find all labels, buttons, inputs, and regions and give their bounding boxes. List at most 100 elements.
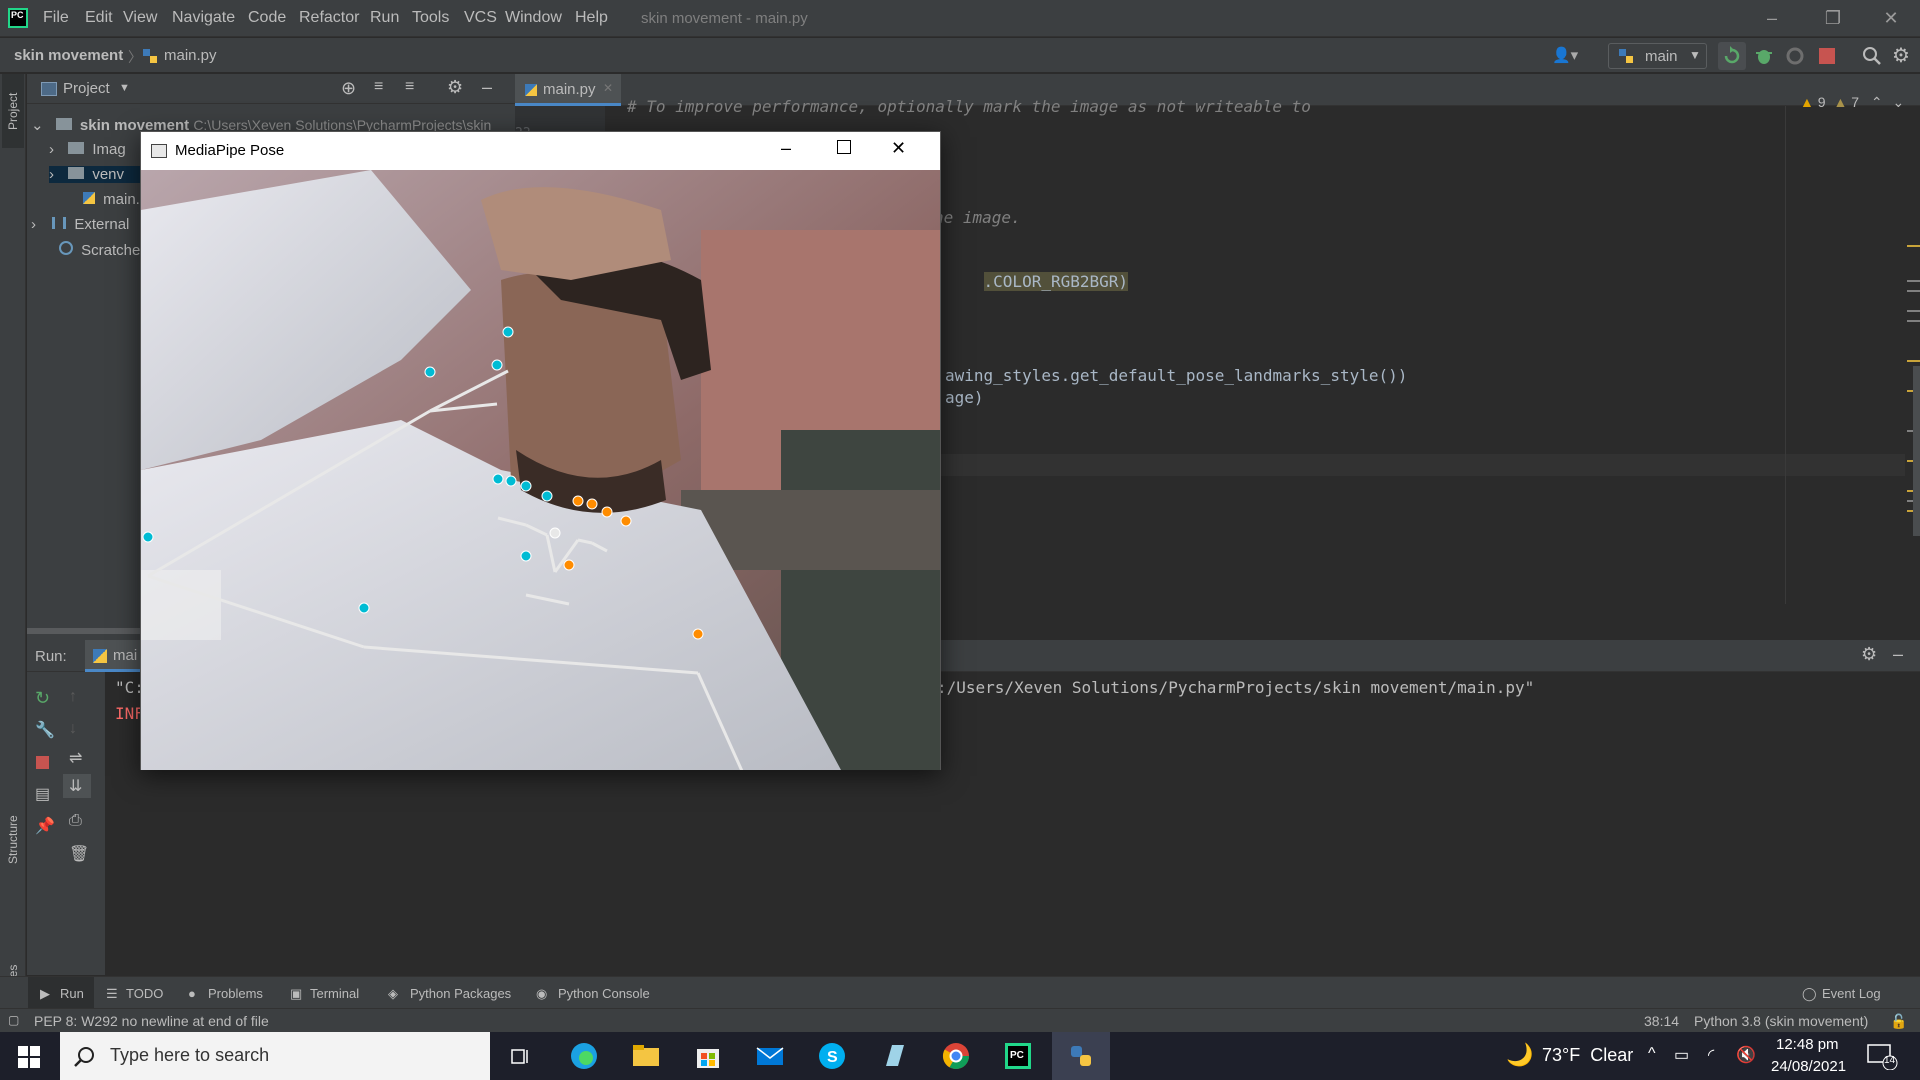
- python-taskbar-button[interactable]: [1052, 1032, 1110, 1080]
- menu-navigate[interactable]: Navigate: [172, 9, 235, 27]
- chevron-down-icon[interactable]: ⌄: [1893, 94, 1905, 110]
- lock-icon[interactable]: 🔓: [1890, 1013, 1907, 1030]
- tool-tab-python-packages[interactable]: ◈ Python Packages: [388, 977, 518, 1009]
- settings-gear-icon[interactable]: ⚙: [1892, 44, 1916, 68]
- user-icon[interactable]: 👤▾: [1552, 46, 1586, 66]
- edge-icon[interactable]: [568, 1040, 600, 1072]
- menu-window[interactable]: Window: [505, 9, 562, 27]
- menu-refactor[interactable]: Refactor: [299, 9, 359, 27]
- horizontal-scrollbar[interactable]: [27, 628, 150, 634]
- clock-date[interactable]: 24/08/2021: [1771, 1058, 1846, 1075]
- arrow-down-icon[interactable]: ↓: [69, 720, 77, 738]
- menu-edit[interactable]: Edit: [85, 9, 113, 27]
- code-line-5[interactable]: age): [945, 388, 984, 407]
- close-tab-icon[interactable]: ✕: [603, 81, 613, 95]
- project-tool-button[interactable]: Project: [2, 74, 24, 148]
- notifications-button[interactable]: 14: [1866, 1042, 1898, 1070]
- debug-icon[interactable]: [1752, 44, 1776, 68]
- tree-item-scratches[interactable]: Scratche: [59, 241, 140, 259]
- store-icon[interactable]: [692, 1040, 724, 1072]
- collapse-all-icon[interactable]: ≡: [405, 78, 414, 96]
- wifi-icon[interactable]: ◜: [1708, 1045, 1714, 1065]
- stop-button[interactable]: [1819, 48, 1835, 64]
- code-line-3[interactable]: .COLOR_RGB2BGR): [945, 253, 1129, 310]
- tool-tab-problems[interactable]: ● Problems: [188, 977, 278, 1009]
- tool-windows-icon[interactable]: ▢: [8, 1013, 19, 1027]
- windows-start-icon[interactable]: [18, 1046, 40, 1068]
- task-view-icon[interactable]: [504, 1040, 536, 1072]
- soft-wrap-icon[interactable]: ⇌: [69, 748, 82, 768]
- run-config-selector[interactable]: main ▼: [1608, 43, 1707, 69]
- pin-icon[interactable]: 📌: [35, 816, 55, 836]
- menu-code[interactable]: Code: [248, 9, 286, 27]
- event-log-button[interactable]: ◯ Event Log: [1800, 977, 1890, 1009]
- volume-muted-icon[interactable]: 🔇: [1736, 1045, 1756, 1065]
- mediapipe-title-bar[interactable]: MediaPipe Pose – ✕: [141, 132, 940, 170]
- caret-position[interactable]: 38:14: [1644, 1013, 1679, 1029]
- tool-tab-todo[interactable]: ☰ TODO: [104, 977, 174, 1009]
- tool-tab-terminal[interactable]: ▣ Terminal: [290, 977, 370, 1009]
- error-stripe[interactable]: [1905, 106, 1920, 604]
- menu-vcs[interactable]: VCS: [464, 9, 497, 27]
- code-line-2[interactable]: he image.: [934, 208, 1021, 227]
- moon-weather-icon[interactable]: 🌙: [1506, 1042, 1533, 1068]
- menu-file[interactable]: File: [43, 9, 69, 27]
- mail-icon[interactable]: [754, 1040, 786, 1072]
- notes-app-icon[interactable]: [878, 1040, 910, 1072]
- tree-item-main[interactable]: main.: [83, 191, 140, 208]
- menu-tools[interactable]: Tools: [412, 9, 449, 27]
- project-panel-title[interactable]: Project: [63, 80, 110, 97]
- arrow-up-icon[interactable]: ↑: [69, 688, 77, 706]
- taskbar-search-box[interactable]: Type here to search: [60, 1032, 490, 1080]
- code-line-4[interactable]: awing_styles.get_default_pose_landmarks_…: [945, 366, 1407, 385]
- minimize-button[interactable]: –: [1759, 6, 1785, 30]
- close-button[interactable]: ✕: [891, 138, 906, 159]
- hide-panel-icon[interactable]: –: [1893, 644, 1903, 665]
- chevron-up-icon[interactable]: ^: [1648, 1045, 1656, 1063]
- maximize-button[interactable]: [837, 140, 851, 154]
- gear-icon[interactable]: ⚙: [1861, 644, 1877, 665]
- clock-time[interactable]: 12:48 pm: [1776, 1036, 1839, 1053]
- layout-icon[interactable]: ▤: [35, 784, 50, 804]
- code-line-comment[interactable]: # To improve performance, optionally mar…: [627, 97, 1311, 116]
- locate-icon[interactable]: ⊕: [341, 78, 356, 99]
- status-message[interactable]: PEP 8: W292 no newline at end of file: [34, 1013, 269, 1029]
- tool-tab-python-console[interactable]: ◉ Python Console: [536, 977, 658, 1009]
- pycharm-taskbar-icon[interactable]: PC: [1002, 1040, 1034, 1072]
- scroll-to-end-button[interactable]: ⇊: [63, 774, 91, 798]
- breadcrumb-file[interactable]: main.py: [164, 47, 217, 64]
- console-line-1-suffix[interactable]: :/Users/Xeven Solutions/PycharmProjects/…: [937, 678, 1534, 697]
- interpreter-selector[interactable]: Python 3.8 (skin movement): [1694, 1013, 1868, 1029]
- menu-view[interactable]: View: [123, 9, 157, 27]
- menu-run[interactable]: Run: [370, 9, 399, 27]
- tree-item-images[interactable]: › Imag: [49, 141, 126, 158]
- stop-icon[interactable]: [36, 756, 49, 769]
- hide-panel-icon[interactable]: –: [482, 77, 492, 98]
- rerun-icon[interactable]: ↻: [35, 688, 50, 709]
- rerun-button[interactable]: [1718, 42, 1746, 70]
- search-icon[interactable]: [1860, 44, 1884, 68]
- gear-icon[interactable]: ⚙: [447, 77, 463, 98]
- menu-help[interactable]: Help: [575, 9, 608, 27]
- tab-main-py[interactable]: main.py ✕: [515, 74, 621, 106]
- chevron-down-icon[interactable]: ▼: [119, 82, 130, 94]
- restore-button[interactable]: ❐: [1820, 6, 1846, 30]
- tool-tab-run[interactable]: ▶ Run: [28, 977, 94, 1009]
- inspection-widget[interactable]: ▲ 9 ▲ 7 ⌃ ⌄: [1800, 94, 1904, 111]
- battery-icon[interactable]: ▭: [1674, 1045, 1689, 1065]
- coverage-icon[interactable]: [1783, 44, 1807, 68]
- tree-item-external[interactable]: › External: [31, 216, 129, 233]
- pycharm-logo-icon[interactable]: PC: [8, 8, 28, 28]
- print-icon[interactable]: ⎙: [69, 812, 82, 830]
- chevron-up-icon[interactable]: ⌃: [1871, 94, 1883, 110]
- skype-icon[interactable]: S: [816, 1040, 848, 1072]
- file-explorer-icon[interactable]: [630, 1040, 662, 1072]
- close-button[interactable]: ✕: [1878, 6, 1904, 30]
- trash-icon[interactable]: 🗑: [69, 844, 89, 864]
- chrome-icon[interactable]: [940, 1040, 972, 1072]
- minimize-button[interactable]: –: [781, 138, 791, 159]
- weather-text[interactable]: 73°F Clear: [1542, 1045, 1633, 1066]
- expand-all-icon[interactable]: ≡: [374, 78, 383, 96]
- wrench-icon[interactable]: 🔧: [35, 720, 55, 740]
- breadcrumb-project[interactable]: skin movement: [14, 47, 123, 64]
